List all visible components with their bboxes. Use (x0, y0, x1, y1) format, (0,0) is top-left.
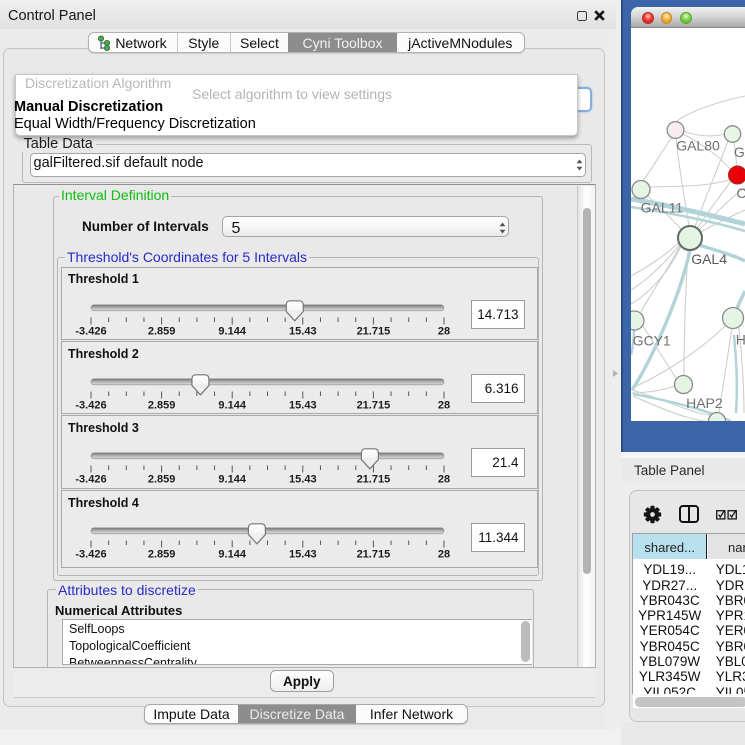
svg-text:-3.426: -3.426 (75, 325, 106, 337)
svg-text:9.144: 9.144 (218, 549, 246, 561)
svg-text:28: 28 (438, 325, 450, 337)
svg-text:15.43: 15.43 (289, 549, 317, 561)
svg-text:15.43: 15.43 (289, 325, 317, 337)
svg-text:21.715: 21.715 (357, 474, 391, 486)
svg-text:2.859: 2.859 (148, 325, 176, 337)
svg-text:2.859: 2.859 (148, 549, 176, 561)
svg-text:HAP2: HAP2 (686, 395, 723, 411)
svg-text:28: 28 (438, 549, 450, 561)
svg-text:GCY1: GCY1 (633, 333, 671, 349)
svg-text:-3.426: -3.426 (75, 474, 106, 486)
svg-text:9.144: 9.144 (218, 474, 246, 486)
svg-text:H: H (736, 331, 745, 347)
svg-text:GAL11: GAL11 (641, 200, 684, 216)
svg-text:15.43: 15.43 (289, 400, 317, 412)
svg-text:2.859: 2.859 (148, 400, 176, 412)
svg-text:21.715: 21.715 (357, 549, 391, 561)
svg-text:15.43: 15.43 (289, 474, 317, 486)
svg-text:9.144: 9.144 (218, 325, 246, 337)
svg-text:GA: GA (734, 144, 745, 160)
svg-text:GAL4: GAL4 (691, 251, 727, 267)
svg-text:-3.426: -3.426 (75, 400, 106, 412)
svg-text:GAL80: GAL80 (676, 138, 720, 154)
svg-text:28: 28 (438, 474, 450, 486)
svg-text:21.715: 21.715 (357, 325, 391, 337)
svg-text:-3.426: -3.426 (75, 549, 106, 561)
svg-text:28: 28 (438, 400, 450, 412)
svg-text:C: C (737, 185, 745, 201)
svg-text:21.715: 21.715 (357, 400, 391, 412)
svg-text:9.144: 9.144 (218, 400, 246, 412)
svg-text:2.859: 2.859 (148, 474, 176, 486)
